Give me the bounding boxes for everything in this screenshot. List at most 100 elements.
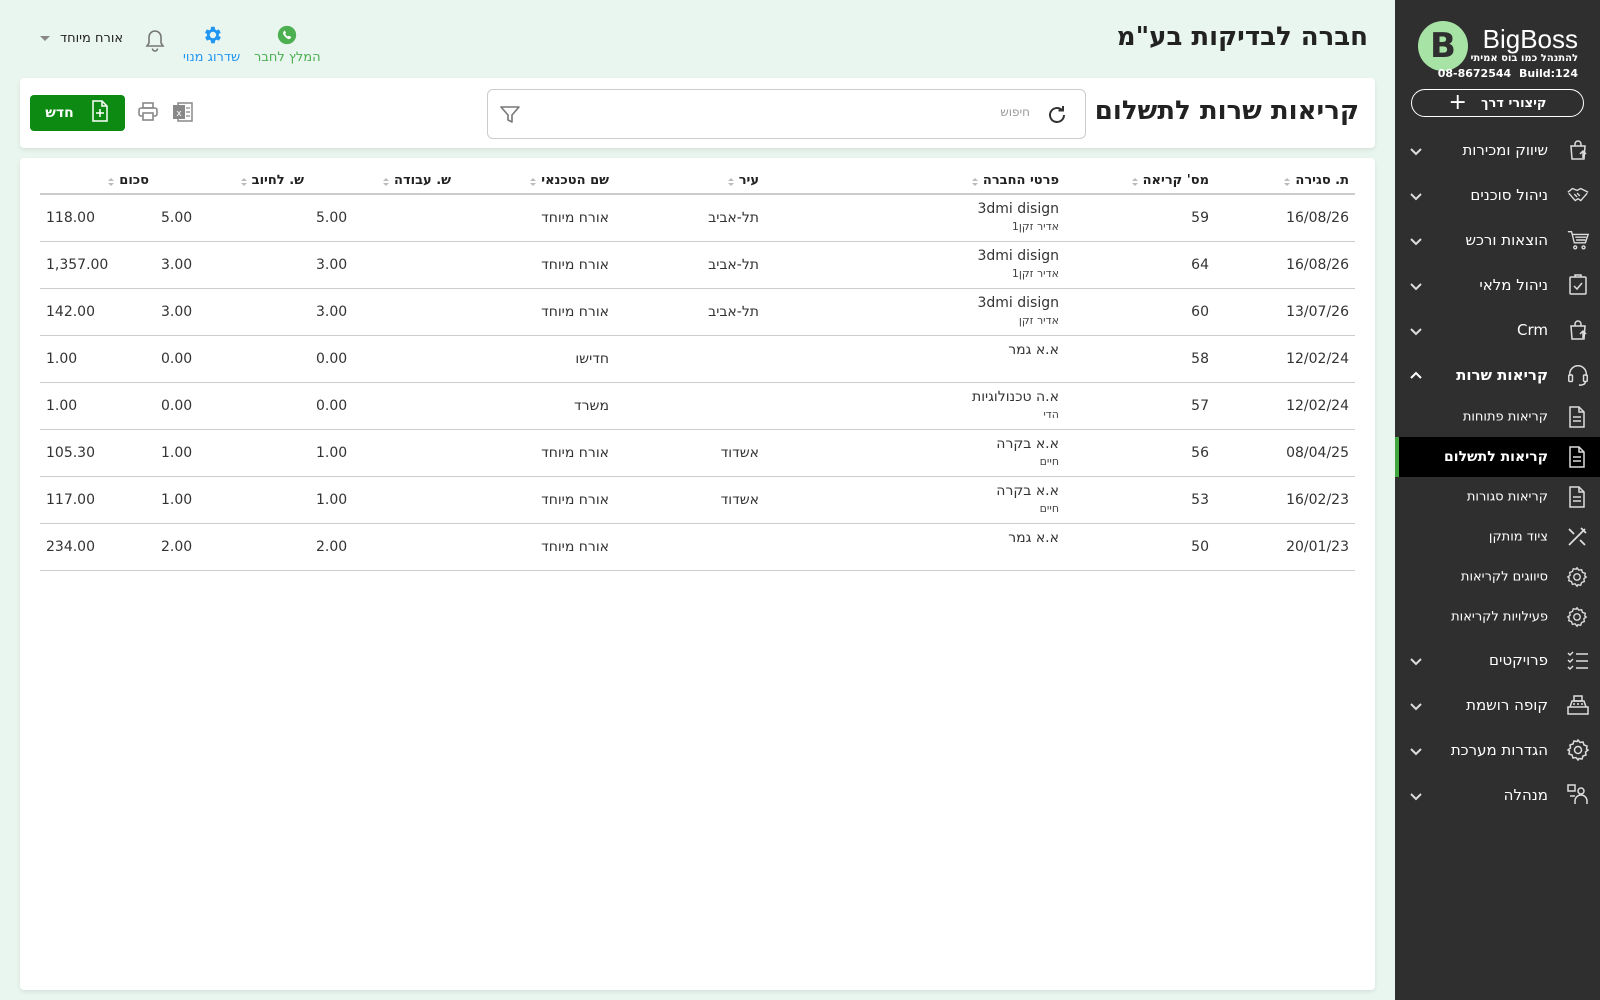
billing-hours-cell: 0.00	[155, 382, 310, 430]
company-cell: 3dmi disign אדיר זקן1	[765, 194, 1065, 242]
sidebar-nav: שיווק ומכירות ניהול סוכנים הוצאות ורכש ניהו…	[1395, 127, 1600, 817]
company-name-text: 3dmi disign	[977, 294, 1060, 311]
logo-mark: B	[1418, 21, 1468, 71]
sidebar-item-label: Crm	[1517, 320, 1548, 339]
search-box	[487, 89, 1086, 139]
filter-icon[interactable]	[498, 103, 522, 131]
company-cell: א.א גמר	[765, 523, 1065, 571]
sidebar-item[interactable]: קריאות שרות	[1395, 352, 1600, 397]
printer-icon[interactable]	[136, 100, 160, 128]
amount-cell: 1,357.00	[40, 241, 155, 289]
company-cell: 3dmi disign אדיר זקן1	[765, 241, 1065, 289]
sidebar-item[interactable]: הגדרות מערכת	[1395, 727, 1600, 772]
company-name-text: א.א גמר	[1008, 529, 1059, 546]
shortcuts-button[interactable]: קיצורי דרך +	[1411, 89, 1584, 117]
work-hours-cell: 1.00	[310, 476, 457, 524]
amount-cell: 118.00	[40, 194, 155, 242]
company-name-text: א.א בקרה	[996, 435, 1059, 452]
col-technician[interactable]: שם הטכנאי	[457, 168, 615, 195]
sidebar-item[interactable]: קופה רושמת	[1395, 682, 1600, 727]
sidebar-subitem-label: סיווגים לקריאות	[1460, 569, 1548, 585]
table-card: ת. סגירה מס' קריאה פרטי החברה עיר שם הטכ…	[20, 158, 1375, 990]
amount-cell: 1.00	[40, 382, 155, 430]
table-row[interactable]: 12/02/24 58 א.א גמר חדישו 0.00 0.00 1.00	[40, 335, 1355, 383]
col-close-date[interactable]: ת. סגירה	[1215, 168, 1355, 195]
build-number: Build:124	[1519, 67, 1578, 80]
logo[interactable]: B BigBoss להתנהל כמו בוס אמיתי 08-867254…	[1395, 0, 1600, 90]
chevron-down-icon	[1409, 278, 1423, 292]
whatsapp-icon	[254, 24, 321, 50]
work-hours-cell: 3.00	[310, 241, 457, 289]
sidebar-subitem[interactable]: קריאות לתשלום	[1395, 437, 1600, 477]
logo-name: BigBoss	[1482, 24, 1578, 54]
document-icon	[1566, 406, 1588, 428]
notifications-button[interactable]	[145, 29, 165, 57]
upgrade-label: שדרוג מנוי	[183, 50, 241, 65]
table-row[interactable]: 16/08/26 59 3dmi disign אדיר זקן1 תל-אביב אור…	[40, 194, 1355, 242]
sidebar-item[interactable]: מנהלה	[1395, 772, 1600, 817]
sidebar-item[interactable]: ניהול מלאי	[1395, 262, 1600, 307]
table-row[interactable]: 20/01/23 50 א.א גמר אורח מיוחד 2.00 2.00 234.0…	[40, 523, 1355, 571]
search-input[interactable]	[610, 105, 1030, 119]
sidebar-item[interactable]: פרויקטים	[1395, 637, 1600, 682]
sidebar-item[interactable]: הוצאות ורכש	[1395, 217, 1600, 262]
sidebar-subitem[interactable]: פעילויות לקריאות	[1395, 597, 1600, 637]
sidebar-subitem[interactable]: קריאות סגורות	[1395, 477, 1600, 517]
contact-name-text: אדיר זקן	[1018, 313, 1059, 327]
document-icon	[1566, 446, 1588, 468]
upgrade-plan-link[interactable]: שדרוג מנוי	[183, 24, 240, 65]
sidebar-subitem[interactable]: סיווגים לקריאות	[1395, 557, 1600, 597]
chevron-down-icon	[1409, 653, 1423, 667]
table-row[interactable]: 16/02/23 53 א.א בקרה חיים אשדוד אורח מיוחד 1.0…	[40, 476, 1355, 524]
city-cell	[615, 523, 765, 571]
sidebar-item[interactable]: ניהול סוכנים	[1395, 172, 1600, 217]
sort-icon	[971, 176, 979, 186]
sidebar-item[interactable]: שיווק ומכירות	[1395, 127, 1600, 172]
company-cell: 3dmi disign אדיר זקן	[765, 288, 1065, 336]
toolbar: קריאות שרות לתשלום x חדש	[20, 78, 1375, 148]
excel-export-icon[interactable]: x	[171, 100, 195, 128]
table-row[interactable]: 08/04/25 56 א.א בקרה חיים אשדוד אורח מיוחד 1.0…	[40, 429, 1355, 477]
gear-icon	[1566, 738, 1590, 762]
table-row[interactable]: 12/02/24 57 א.ה טכנולוגיות הדי משרד 0.00 0.00 1…	[40, 382, 1355, 430]
col-company[interactable]: פרטי החברה	[765, 168, 1065, 195]
call-number-cell: 57	[1065, 382, 1215, 430]
call-number-cell: 60	[1065, 288, 1215, 336]
table-row[interactable]: 16/08/26 64 3dmi disign אדיר זקן1 תל-אביב אור…	[40, 241, 1355, 289]
gear-icon	[1566, 566, 1588, 588]
chevron-down-icon	[1409, 698, 1423, 712]
billing-hours-cell: 2.00	[155, 523, 310, 571]
call-number-cell: 59	[1065, 194, 1215, 242]
user-name: אורח מיוחד	[60, 31, 124, 46]
cart-icon	[1566, 228, 1590, 252]
close-date-cell: 13/07/26	[1215, 288, 1355, 336]
col-amount[interactable]: סכום	[40, 168, 155, 195]
support-phone: 08-8672544	[1437, 67, 1512, 80]
user-menu[interactable]: אורח מיוחד	[40, 31, 123, 46]
sidebar-item-label: קריאות שרות	[1456, 365, 1548, 384]
chevron-down-icon	[1409, 323, 1423, 337]
new-button[interactable]: חדש	[30, 95, 125, 131]
company-name-text: א.א בקרה	[996, 482, 1059, 499]
new-label: חדש	[45, 105, 74, 121]
col-work-hours[interactable]: ש. עבודה	[310, 168, 457, 195]
headset-icon	[1566, 363, 1590, 387]
refresh-icon[interactable]	[1045, 103, 1069, 131]
sidebar-item-label: פרויקטים	[1489, 650, 1548, 669]
sidebar-subitem[interactable]: ציוד מותקן	[1395, 517, 1600, 557]
table-row[interactable]: 13/07/26 60 3dmi disign אדיר זקן תל-אביב אורח…	[40, 288, 1355, 336]
chevron-down-icon	[40, 36, 50, 41]
amount-cell: 105.30	[40, 429, 155, 477]
recommend-friend-link[interactable]: המלץ לחבר	[254, 24, 321, 65]
sort-icon	[107, 176, 115, 186]
sidebar-subitem[interactable]: קריאות פתוחות	[1395, 397, 1600, 437]
city-cell: תל-אביב	[615, 194, 765, 242]
col-call-number[interactable]: מס' קריאה	[1065, 168, 1215, 195]
sidebar-item[interactable]: Crm	[1395, 307, 1600, 352]
call-number-cell: 64	[1065, 241, 1215, 289]
sidebar-item-label: מנהלה	[1503, 785, 1548, 804]
col-city[interactable]: עיר	[615, 168, 765, 195]
checklist-icon	[1566, 648, 1590, 672]
contact-name-text: אדיר זקן1	[1011, 266, 1059, 280]
col-billing-hours[interactable]: ש. לחיוב	[155, 168, 310, 195]
